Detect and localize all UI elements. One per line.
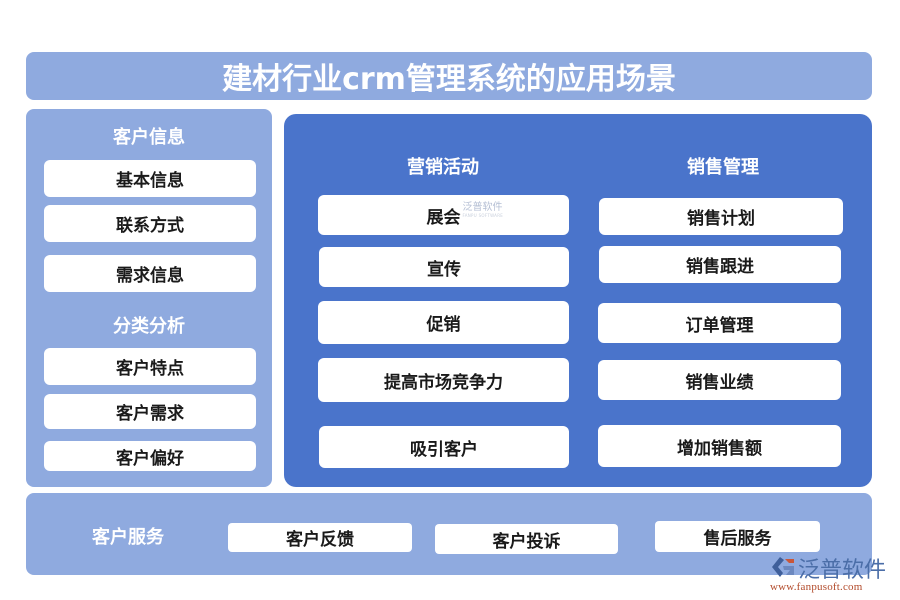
card-customer-traits[interactable]: 客户特点 [44, 348, 256, 385]
heading-marketing-activities: 营销活动 [407, 157, 479, 178]
inline-watermark: 泛普软件 FANPU SOFTWARE [462, 201, 504, 218]
card-sales-promotion[interactable]: 促销 [318, 301, 569, 344]
heading-sales-management: 销售管理 [687, 157, 759, 178]
logo-text: 泛普软件 [798, 558, 887, 583]
card-sales-follow-up[interactable]: 销售跟进 [599, 246, 841, 283]
card-basic-info[interactable]: 基本信息 [44, 160, 256, 197]
card-customer-needs[interactable]: 客户需求 [44, 394, 256, 429]
logo-url: www.fanpusoft.com [770, 581, 863, 593]
card-after-sales-service[interactable]: 售后服务 [655, 521, 820, 552]
card-exhibition-label: 展会 泛普软件 FANPU SOFTWARE [426, 201, 504, 228]
page-title: 建材行业crm管理系统的应用场景 [222, 62, 676, 97]
customer-service-panel: 客户服务 客户反馈 客户投诉 售后服务 [26, 493, 872, 575]
card-customer-feedback[interactable]: 客户反馈 [228, 523, 412, 552]
heading-customer-service: 客户服务 [92, 527, 164, 548]
fanpu-logo: 泛普软件 www.fanpusoft.com [770, 552, 895, 598]
card-exhibition[interactable]: 展会 泛普软件 FANPU SOFTWARE [318, 195, 569, 235]
heading-customer-info: 客户信息 [113, 127, 185, 148]
heading-classification-analysis: 分类分析 [113, 316, 185, 337]
card-increase-sales[interactable]: 增加销售额 [598, 425, 841, 467]
card-customer-complaints[interactable]: 客户投诉 [435, 524, 618, 554]
card-improve-competitiveness[interactable]: 提高市场竞争力 [318, 358, 569, 402]
card-promotion-publicity[interactable]: 宣传 [319, 247, 569, 287]
card-customer-preferences[interactable]: 客户偏好 [44, 441, 256, 471]
customer-info-panel: 客户信息 基本信息 联系方式 需求信息 分类分析 客户特点 客户需求 客户偏好 [26, 109, 272, 487]
card-order-management[interactable]: 订单管理 [598, 303, 841, 343]
card-sales-performance[interactable]: 销售业绩 [598, 360, 841, 400]
title-bar: 建材行业crm管理系统的应用场景 [26, 52, 872, 100]
card-demand-info[interactable]: 需求信息 [44, 255, 256, 292]
fanpu-logo-icon [772, 557, 794, 577]
card-attract-customers[interactable]: 吸引客户 [319, 426, 569, 468]
marketing-sales-panel: 营销活动 销售管理 展会 泛普软件 FANPU SOFTWARE 宣传 促销 提高市… [284, 114, 872, 487]
card-contact-method[interactable]: 联系方式 [44, 205, 256, 242]
card-sales-plan[interactable]: 销售计划 [599, 198, 843, 235]
